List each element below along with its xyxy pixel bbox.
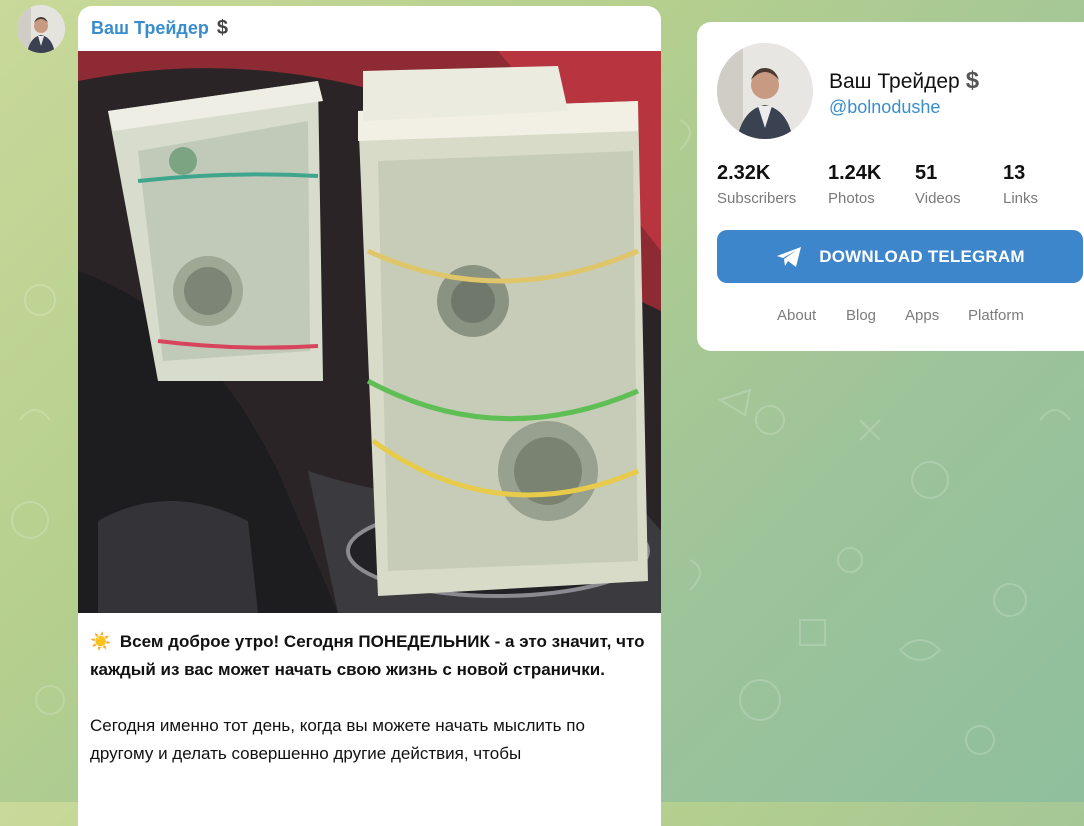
stat-links[interactable]: 13 Links	[1003, 162, 1038, 207]
download-telegram-button[interactable]: DOWNLOAD TELEGRAM	[717, 230, 1083, 283]
telegram-plane-icon	[775, 245, 803, 269]
stat-label: Subscribers	[717, 190, 797, 207]
right-money-stack	[358, 66, 648, 596]
avatar-photo	[17, 5, 65, 53]
profile-name-text: Ваш Трейдер	[829, 70, 960, 93]
stat-value: 1.24K	[828, 162, 882, 184]
stat-photos[interactable]: 1.24K Photos	[828, 162, 881, 207]
channel-avatar[interactable]	[17, 5, 65, 53]
post-author-name[interactable]: Ваш Трейдер	[91, 18, 209, 39]
stat-value: 13	[1003, 162, 1026, 184]
download-label: DOWNLOAD TELEGRAM	[819, 246, 1025, 266]
sun-emoji-icon: ☀️	[90, 632, 112, 651]
stat-value: 51	[915, 162, 938, 184]
stat-videos[interactable]: 51 Videos	[915, 162, 961, 207]
footer-link-platform[interactable]: Platform	[968, 307, 1024, 324]
profile-handle[interactable]: @bolnodushe	[829, 97, 940, 118]
footer-link-blog[interactable]: Blog	[846, 307, 876, 324]
profile-avatar-photo	[717, 43, 813, 139]
channel-post: Ваш Трейдер $ ☀️ Всем доброе утро! Сегод…	[78, 6, 661, 826]
stat-label: Links	[1003, 190, 1039, 207]
post-paragraph-1: Всем доброе утро! Сегодня ПОНЕДЕЛЬНИК - …	[90, 632, 645, 679]
post-text: ☀️ Всем доброе утро! Сегодня ПОНЕДЕЛЬНИК…	[90, 628, 650, 796]
post-photo-money-stacks[interactable]	[78, 51, 661, 613]
post-paragraph-2: Сегодня именно тот день, когда вы можете…	[90, 716, 585, 763]
stat-subscribers: 2.32K Subscribers	[717, 162, 796, 207]
profile-avatar	[717, 43, 813, 139]
stat-label: Photos	[828, 190, 875, 207]
post-header: Ваш Трейдер $	[78, 6, 661, 51]
channel-profile-card: Ваш Трейдер $ @bolnodushe 2.32K Subscribe…	[697, 22, 1084, 351]
dollar-icon: $	[965, 67, 980, 94]
footer-link-about[interactable]: About	[777, 307, 816, 324]
stat-label: Videos	[915, 190, 961, 207]
profile-name: Ваш Трейдер $	[829, 67, 979, 95]
dollar-icon: $	[216, 17, 228, 39]
stat-value: 2.32K	[717, 162, 771, 184]
footer-link-apps[interactable]: Apps	[905, 307, 939, 324]
